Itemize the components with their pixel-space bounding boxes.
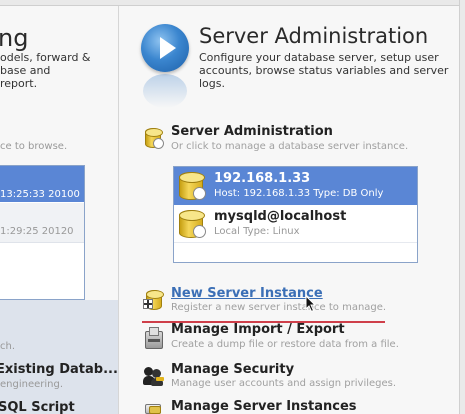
server-instance-item[interactable]: mysqld@localhost Local Type: Linux	[174, 205, 417, 243]
new-server-icon[interactable]	[143, 290, 165, 312]
create-from-existing-db-link[interactable]: Existing Datab...	[0, 362, 118, 377]
left-section-subtitle: ce to browse.	[0, 141, 68, 152]
new-server-instance-subtitle: Register a new server instance to manage…	[171, 302, 387, 313]
sql-script-link[interactable]: SQL Script	[0, 400, 75, 414]
security-subtitle: Manage user accounts and assign privileg…	[171, 378, 397, 389]
import-export-subtitle: Create a dump file or restore data from …	[171, 339, 399, 350]
left-lower-text: ch.	[0, 341, 16, 352]
left-connection-list[interactable]: 13:25:33 20100 1:29:25 20120	[0, 165, 85, 300]
section-title: Server Administration	[171, 124, 333, 139]
security-title[interactable]: Manage Security	[171, 362, 294, 377]
server-instance-list[interactable]: 192.168.1.33 Host: 192.168.1.33 Type: DB…	[173, 166, 418, 263]
play-icon	[141, 24, 189, 72]
page-title: Server Administration	[199, 24, 429, 48]
import-export-title[interactable]: Manage Import / Export	[171, 322, 345, 337]
server-instances-title[interactable]: Manage Server Instances	[171, 399, 357, 414]
server-instances-icon[interactable]	[143, 402, 165, 414]
server-instance-item[interactable]: 192.168.1.33 Host: 192.168.1.33 Type: DB…	[174, 167, 417, 205]
list-item-timestamp: 1:29:25 20120	[0, 226, 74, 237]
left-panel-description: odels, forward & base and report.	[0, 51, 91, 90]
server-instance-detail: Local Type: Linux	[214, 226, 300, 237]
import-export-icon[interactable]	[143, 327, 165, 349]
list-item-timestamp: 13:25:33 20100	[0, 189, 80, 200]
page-description: Configure your database server, setup us…	[199, 51, 449, 90]
section-subtitle: Or click to manage a database server ins…	[171, 141, 409, 152]
play-icon-reflection	[143, 74, 187, 108]
left-panel-title: ng	[0, 24, 29, 52]
left-lower-subtitle: engineering.	[0, 379, 64, 390]
list-item[interactable]: 1:29:25 20120	[0, 203, 84, 243]
security-icon[interactable]	[143, 365, 165, 387]
left-lower-panel	[0, 300, 118, 414]
database-icon	[179, 172, 207, 202]
server-instance-name: mysqld@localhost	[214, 209, 347, 224]
database-icon	[145, 128, 167, 150]
database-icon	[179, 210, 207, 240]
list-item[interactable]: 13:25:33 20100	[0, 166, 84, 202]
server-instance-detail: Host: 192.168.1.33 Type: DB Only	[214, 188, 384, 199]
scrollbar-edge[interactable]	[459, 0, 465, 414]
mouse-cursor-icon	[305, 295, 317, 313]
server-instance-name: 192.168.1.33	[214, 171, 311, 186]
new-server-instance-link[interactable]: New Server Instance	[171, 286, 323, 301]
